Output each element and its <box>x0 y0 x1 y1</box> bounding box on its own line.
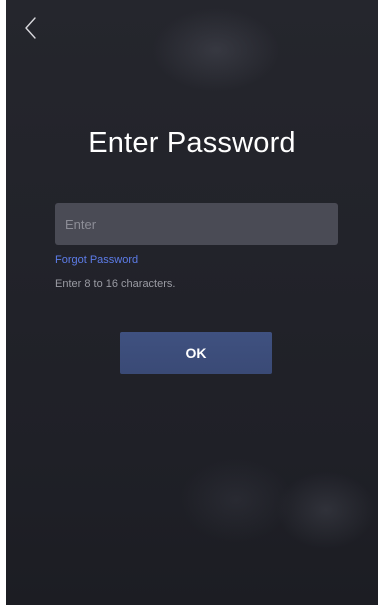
password-input[interactable] <box>55 203 338 245</box>
back-button[interactable] <box>20 14 44 42</box>
password-screen: Enter Password Forgot Password Enter 8 t… <box>6 0 378 605</box>
ok-button[interactable]: OK <box>120 332 272 374</box>
forgot-password-link[interactable]: Forgot Password <box>55 254 138 266</box>
chevron-left-icon <box>25 17 36 39</box>
password-hint: Enter 8 to 16 characters. <box>55 278 176 290</box>
page-title: Enter Password <box>88 127 296 159</box>
